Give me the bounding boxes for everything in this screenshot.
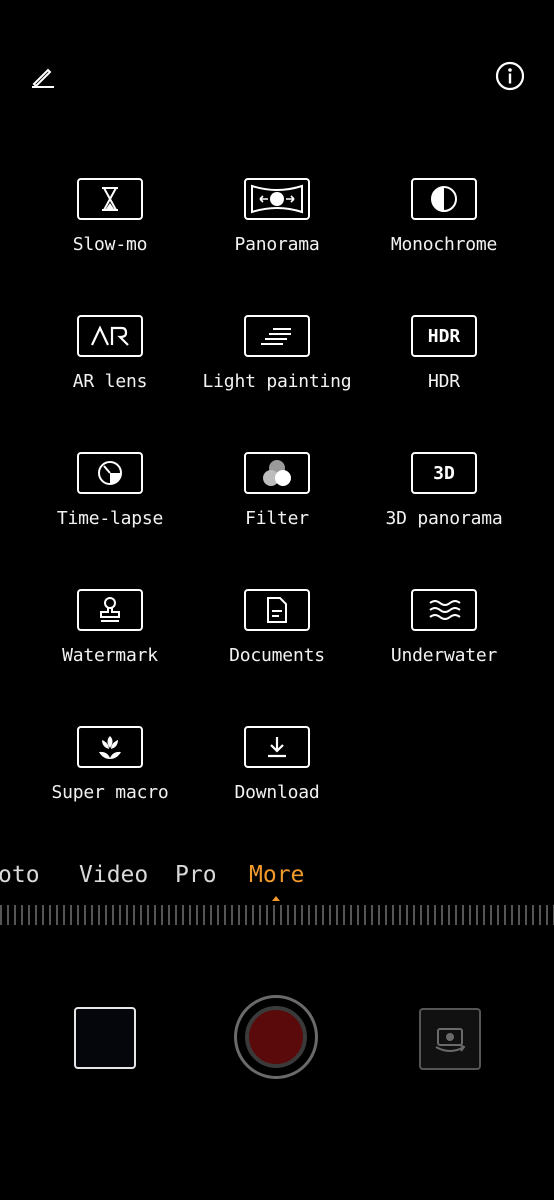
switch-camera-icon [435, 1028, 466, 1052]
mode-time-lapse[interactable]: Time-lapse [35, 452, 185, 529]
mode-watermark[interactable]: Watermark [35, 589, 185, 666]
edit-button[interactable] [24, 58, 60, 94]
tab-more[interactable]: More [249, 862, 304, 888]
hourglass-icon [77, 178, 143, 220]
mode-label: Super macro [51, 782, 169, 803]
mode-label: Panorama [234, 234, 320, 255]
mode-label: Underwater [390, 645, 498, 666]
pencil-icon [32, 68, 54, 88]
stamp-icon [77, 589, 143, 631]
tab-photo[interactable]: oto [0, 862, 40, 888]
mode-label: Download [234, 782, 320, 803]
active-tab-indicator [272, 896, 280, 901]
mode-label: Light painting [202, 371, 352, 392]
mode-label: Documents [229, 645, 325, 666]
mode-light-painting[interactable]: Light painting [202, 315, 352, 392]
hdr-icon: HDR [411, 315, 477, 357]
mode-panorama[interactable]: Panorama [202, 178, 352, 255]
mode-monochrome[interactable]: Monochrome [369, 178, 519, 255]
mode-label: Monochrome [390, 234, 498, 255]
mode-hdr[interactable]: HDR HDR [369, 315, 519, 392]
monochrome-icon [411, 178, 477, 220]
info-button[interactable] [492, 58, 528, 94]
download-icon [244, 726, 310, 768]
mode-underwater[interactable]: Underwater [369, 589, 519, 666]
document-icon [244, 589, 310, 631]
mode-label: Filter [245, 508, 309, 529]
light-painting-icon [244, 315, 310, 357]
camera-mode-tabs: oto Video Pro More [0, 862, 554, 898]
mode-label: 3D panorama [385, 508, 503, 529]
mode-super-macro[interactable]: Super macro [35, 726, 185, 803]
mode-3d-panorama[interactable]: 3D 3D panorama [369, 452, 519, 529]
mode-label: Time-lapse [56, 508, 164, 529]
mode-download[interactable]: Download [202, 726, 352, 803]
mode-label: Slow-mo [72, 234, 148, 255]
flower-icon [77, 726, 143, 768]
timelapse-icon [77, 452, 143, 494]
record-icon [245, 1006, 307, 1068]
mode-label: Watermark [62, 645, 158, 666]
mode-documents[interactable]: Documents [202, 589, 352, 666]
mode-scroll-ruler[interactable] [0, 905, 554, 925]
mode-filter[interactable]: Filter [202, 452, 352, 529]
mode-slow-mo[interactable]: Slow-mo [35, 178, 185, 255]
waves-icon [411, 589, 477, 631]
3d-icon: 3D [411, 452, 477, 494]
tab-video[interactable]: Video [79, 862, 148, 888]
mode-label: AR lens [72, 371, 148, 392]
record-button[interactable] [234, 995, 318, 1079]
gallery-thumbnail[interactable] [74, 1007, 136, 1069]
filter-icon [244, 452, 310, 494]
switch-camera-button[interactable] [419, 1008, 481, 1070]
mode-label: HDR [428, 371, 460, 392]
info-icon [495, 61, 525, 91]
panorama-icon [244, 178, 310, 220]
ar-icon [77, 315, 143, 357]
tab-pro[interactable]: Pro [175, 862, 217, 888]
mode-ar-lens[interactable]: AR lens [35, 315, 185, 392]
